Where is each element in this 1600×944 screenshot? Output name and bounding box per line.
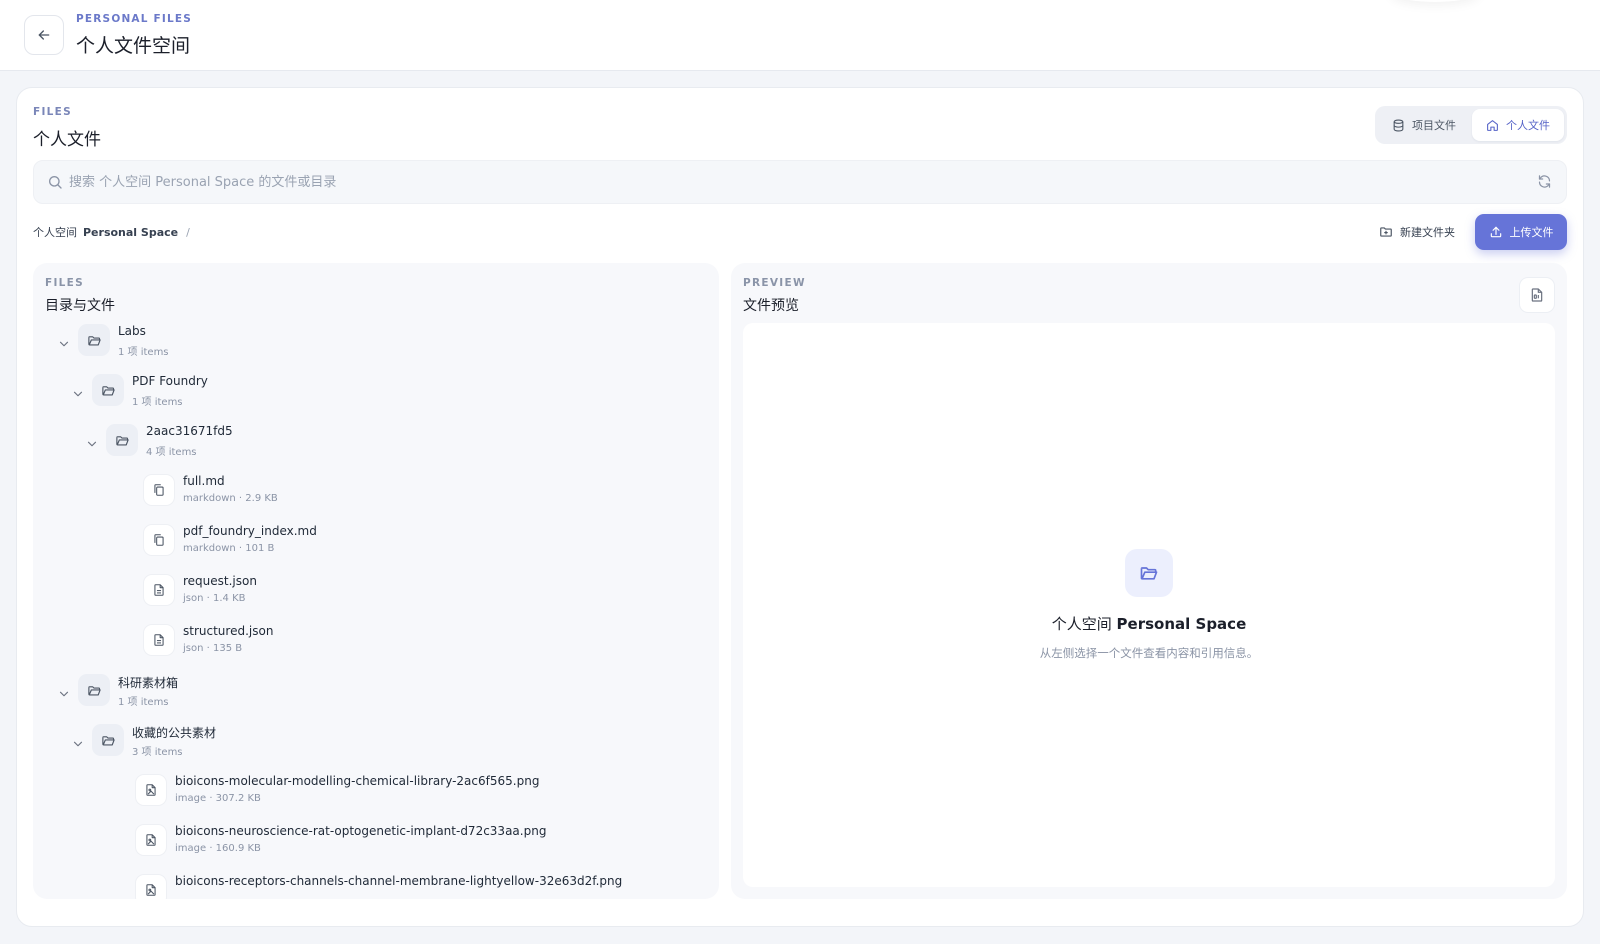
files-tree-panel: FILES 目录与文件 Labs 1 项 items PDF Foundry 1 项 … xyxy=(33,263,719,899)
file-row[interactable]: bioicons-neuroscience-rat-optogenetic-im… xyxy=(33,823,703,869)
empty-state-title: 个人空间 Personal Space xyxy=(743,613,1555,634)
search-bar xyxy=(33,160,1567,204)
refresh-icon[interactable] xyxy=(1537,174,1552,193)
preview-panel: PREVIEW 文件预览 个人空间 Personal Space 从左侧选择一个… xyxy=(731,263,1567,899)
section-eyebrow: FILES xyxy=(33,106,73,118)
item-name: 科研素材箱 xyxy=(118,676,179,690)
item-meta: 1 项 items xyxy=(118,347,169,358)
copy-file-icon xyxy=(143,474,175,506)
folder-row[interactable]: Labs 1 项 items xyxy=(33,323,703,369)
item-name: pdf_foundry_index.md xyxy=(183,524,317,538)
item-meta: 4 项 items xyxy=(146,447,197,458)
file-row[interactable]: bioicons-molecular-modelling-chemical-li… xyxy=(33,773,703,819)
chevron-down-icon[interactable] xyxy=(71,386,85,400)
arrow-left-icon xyxy=(38,30,50,40)
item-name: 2aac31671fd5 xyxy=(146,424,233,438)
preview-empty-state: 个人空间 Personal Space 从左侧选择一个文件查看内容和引用信息。 xyxy=(743,323,1555,887)
file-image-icon xyxy=(135,774,167,806)
folder-open-icon xyxy=(92,724,124,756)
decorative-shape xyxy=(1390,0,1480,2)
breadcrumb-current[interactable]: Personal Space xyxy=(83,226,178,239)
file-row[interactable]: request.json json · 1.4 KB xyxy=(33,573,703,619)
chevron-down-icon[interactable] xyxy=(57,686,71,700)
item-name: structured.json xyxy=(183,624,274,638)
tab-project-files[interactable]: 项目文件 xyxy=(1378,109,1470,141)
file-row[interactable]: pdf_foundry_index.md markdown · 101 B xyxy=(33,523,703,569)
scope-toggle: 项目文件 个人文件 xyxy=(1375,106,1567,144)
chevron-down-icon[interactable] xyxy=(57,336,71,350)
item-meta: json · 1.4 KB xyxy=(183,593,246,604)
empty-title-prefix: 个人空间 xyxy=(1051,615,1112,633)
file-row[interactable]: bioicons-receptors-channels-channel-memb… xyxy=(33,873,703,899)
item-meta: 1 项 items xyxy=(132,397,183,408)
item-name: PDF Foundry xyxy=(132,374,208,388)
search-icon xyxy=(47,174,63,194)
page-title: 个人文件空间 xyxy=(76,35,191,57)
breadcrumb-separator: / xyxy=(186,225,190,239)
folder-row[interactable]: PDF Foundry 1 项 items xyxy=(33,373,703,419)
panel-eyebrow: PREVIEW xyxy=(743,277,806,289)
item-name: bioicons-neuroscience-rat-optogenetic-im… xyxy=(175,824,547,838)
new-folder-label: 新建文件夹 xyxy=(1400,226,1455,239)
panel-title: 文件预览 xyxy=(743,298,799,314)
file-binary-icon xyxy=(1531,288,1543,302)
empty-state-subtitle: 从左侧选择一个文件查看内容和引用信息。 xyxy=(1039,646,1259,660)
tab-personal-files[interactable]: 个人文件 xyxy=(1472,109,1564,141)
copy-file-icon xyxy=(143,524,175,556)
panel-eyebrow: FILES xyxy=(45,277,85,289)
folder-row[interactable]: 收藏的公共素材 3 项 items xyxy=(33,723,703,769)
file-text-icon xyxy=(143,574,175,606)
file-row[interactable]: full.md markdown · 2.9 KB xyxy=(33,473,703,519)
page-eyebrow: PERSONAL FILES xyxy=(76,13,193,25)
new-folder-button[interactable]: 新建文件夹 xyxy=(1379,221,1455,243)
folder-open-icon xyxy=(92,374,124,406)
panel-title[interactable]: 目录与文件 xyxy=(45,295,115,315)
chevron-down-icon[interactable] xyxy=(71,736,85,750)
item-name: bioicons-molecular-modelling-chemical-li… xyxy=(175,774,540,788)
item-meta: markdown · 2.9 KB xyxy=(183,493,278,504)
chevron-down-icon[interactable] xyxy=(85,436,99,450)
item-meta: image · 160.9 KB xyxy=(175,843,261,854)
folder-open-icon xyxy=(78,674,110,706)
item-name: Labs xyxy=(118,324,146,338)
folder-open-icon xyxy=(1125,549,1173,597)
breadcrumb-prefix: 个人空间 xyxy=(33,226,77,239)
folder-row[interactable]: 科研素材箱 1 项 items xyxy=(33,673,703,719)
section-title: 个人文件 xyxy=(33,130,101,150)
tab-label: 个人文件 xyxy=(1506,119,1550,132)
folder-open-icon xyxy=(106,424,138,456)
folder-open-icon xyxy=(78,324,110,356)
item-meta: image · 307.2 KB xyxy=(175,793,261,804)
file-row[interactable]: structured.json json · 135 B xyxy=(33,623,703,669)
tab-label: 项目文件 xyxy=(1412,119,1456,132)
database-icon xyxy=(1393,119,1404,131)
empty-title-strong: Personal Space xyxy=(1116,615,1247,633)
breadcrumb: 个人空间 Personal Space / xyxy=(33,224,190,240)
home-icon xyxy=(1487,119,1498,131)
back-button[interactable] xyxy=(24,15,64,55)
files-card: FILES 个人文件 项目文件 个人文件 个人空间 Personal Space… xyxy=(16,87,1584,927)
item-name: full.md xyxy=(183,474,225,488)
file-image-icon xyxy=(135,824,167,856)
search-input[interactable] xyxy=(69,161,1509,203)
upload-label: 上传文件 xyxy=(1509,226,1554,239)
folder-plus-icon xyxy=(1380,227,1392,237)
item-name: 收藏的公共素材 xyxy=(132,726,217,740)
item-meta: markdown · 101 B xyxy=(183,543,275,554)
item-meta: json · 135 B xyxy=(183,643,243,654)
file-text-icon xyxy=(143,624,175,656)
item-meta: 1 项 items xyxy=(118,697,169,708)
top-header: PERSONAL FILES 个人文件空间 xyxy=(0,0,1600,71)
item-meta: 3 项 items xyxy=(132,747,183,758)
file-image-icon xyxy=(135,874,167,899)
upload-icon xyxy=(1490,226,1501,238)
item-name: request.json xyxy=(183,574,257,588)
binary-file-button[interactable] xyxy=(1519,277,1555,313)
upload-button[interactable]: 上传文件 xyxy=(1475,214,1567,250)
folder-row[interactable]: 2aac31671fd5 4 项 items xyxy=(33,423,703,469)
item-name: bioicons-receptors-channels-channel-memb… xyxy=(175,874,623,888)
